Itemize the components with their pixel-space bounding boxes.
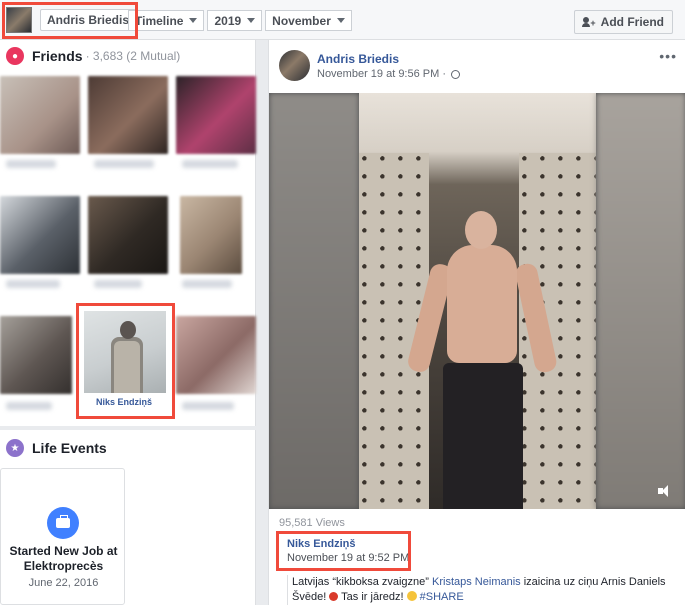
- view-count: 95,581 Views: [279, 517, 345, 529]
- friend-photo-niks[interactable]: [84, 311, 166, 393]
- friend-name-niks[interactable]: Niks Endziņš: [80, 397, 168, 407]
- friend-name[interactable]: [182, 160, 238, 168]
- mention-link[interactable]: Kristaps Neimanis: [432, 576, 521, 588]
- profile-avatar[interactable]: [6, 7, 32, 33]
- life-events-card: ★ Life Events Started New Job at Elektro…: [0, 430, 256, 605]
- briefcase-icon: [47, 507, 79, 539]
- add-friend-button[interactable]: + Add Friend: [573, 10, 673, 34]
- life-events-title[interactable]: Life Events: [32, 440, 107, 456]
- friends-icon: ●: [6, 47, 24, 65]
- friend-name[interactable]: [6, 280, 60, 288]
- boxing-glove-icon: [329, 592, 339, 601]
- friend-name[interactable]: [182, 402, 234, 410]
- friend-photo[interactable]: [88, 76, 168, 154]
- profile-name-button[interactable]: Andris Briedis: [40, 9, 137, 31]
- friend-photo[interactable]: [0, 76, 80, 154]
- crumb-year-label: 2019: [214, 13, 242, 28]
- friends-header: ● Friends · 3,683 (2 Mutual): [0, 40, 255, 72]
- comment-text-part: Latvijas “kikboksa zvaigzne”: [292, 576, 433, 588]
- friend-photo[interactable]: [88, 196, 168, 274]
- timeline-breadcrumb: Timeline 2019 November: [128, 10, 355, 31]
- timeline-post: Andris Briedis November 19 at 9:56 PM · …: [268, 40, 685, 605]
- friends-count: · 3,683 (2 Mutual): [85, 49, 181, 63]
- person: [447, 245, 517, 363]
- post-meta: November 19 at 9:56 PM ·: [317, 68, 461, 80]
- friend-photo[interactable]: [180, 196, 242, 274]
- comment-author[interactable]: Niks Endziņš: [287, 538, 355, 550]
- person: [443, 363, 523, 509]
- chevron-down-icon: [336, 18, 345, 23]
- comment-text: Latvijas “kikboksa zvaigzne” Kristaps Ne…: [287, 575, 667, 605]
- comment-timestamp[interactable]: November 19 at 9:52 PM: [287, 552, 409, 564]
- video-frame: [359, 93, 596, 509]
- friends-title[interactable]: Friends: [32, 48, 83, 64]
- crumb-year[interactable]: 2019: [207, 10, 263, 31]
- post-author-name[interactable]: Andris Briedis: [317, 52, 399, 66]
- star-icon: ★: [6, 439, 24, 457]
- more-options-icon[interactable]: •••: [659, 48, 677, 64]
- post-author-avatar[interactable]: [279, 50, 310, 81]
- friend-card-niks[interactable]: Niks Endziņš: [80, 308, 168, 412]
- friend-name[interactable]: [94, 160, 154, 168]
- hashtag-link[interactable]: #SHARE: [420, 591, 464, 603]
- profile-chip[interactable]: Andris Briedis: [6, 7, 137, 33]
- life-event-title: Started New Job at Elektroprecès: [9, 544, 118, 573]
- friend-name[interactable]: [6, 160, 56, 168]
- post-timestamp[interactable]: November 19 at 9:56 PM ·: [317, 68, 446, 80]
- friend-photo[interactable]: [176, 316, 256, 394]
- video-blur-right: [596, 93, 685, 509]
- comment-text-part: Tas ir jāredz!: [338, 591, 407, 603]
- friend-name[interactable]: [182, 280, 232, 288]
- volume-icon[interactable]: [658, 485, 672, 497]
- friend-photo[interactable]: [176, 76, 256, 154]
- profile-nav-bar: Andris Briedis Timeline 2019 November + …: [0, 0, 685, 40]
- life-events-header: ★ Life Events: [0, 430, 255, 466]
- life-event-item[interactable]: Started New Job at Elektroprecès June 22…: [0, 468, 125, 605]
- friends-card: ● Friends · 3,683 (2 Mutual) Niks Endziņ…: [0, 40, 256, 426]
- crumb-month-label: November: [272, 13, 331, 28]
- add-friend-label: Add Friend: [600, 15, 664, 29]
- smile-emoji-icon: [406, 591, 417, 601]
- friend-photo[interactable]: [0, 316, 72, 394]
- globe-icon: [451, 69, 461, 79]
- friend-name[interactable]: [94, 280, 142, 288]
- friend-photo[interactable]: [0, 196, 80, 274]
- add-person-icon: +: [581, 17, 596, 28]
- person: [465, 211, 497, 249]
- friend-name[interactable]: [6, 402, 52, 410]
- life-event-date: June 22, 2016: [28, 577, 99, 589]
- chevron-down-icon: [189, 18, 198, 23]
- video-blur-left: [269, 93, 359, 509]
- crumb-timeline[interactable]: Timeline: [128, 10, 205, 31]
- crumb-month[interactable]: November: [265, 10, 352, 31]
- chevron-down-icon: [247, 18, 256, 23]
- crumb-timeline-label: Timeline: [135, 13, 184, 28]
- post-video[interactable]: [269, 93, 685, 509]
